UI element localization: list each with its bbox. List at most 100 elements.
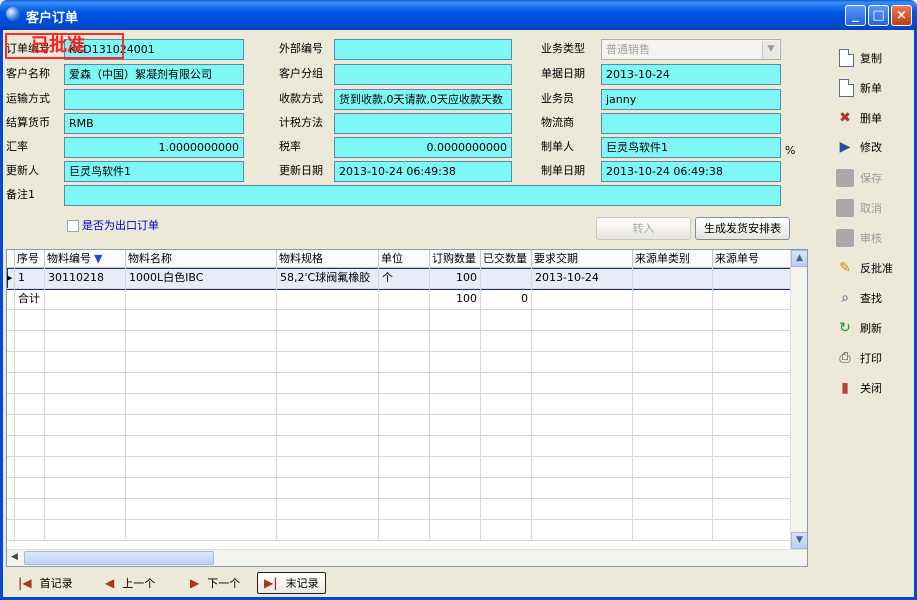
empty-cell[interactable] bbox=[126, 331, 277, 352]
column-header[interactable]: 订购数量 bbox=[430, 250, 481, 268]
horizontal-scroll-thumb[interactable] bbox=[24, 551, 214, 565]
empty-cell[interactable] bbox=[633, 394, 713, 415]
empty-cell[interactable] bbox=[277, 352, 379, 373]
empty-cell[interactable] bbox=[633, 436, 713, 457]
empty-cell[interactable] bbox=[277, 520, 379, 541]
empty-cell[interactable] bbox=[45, 436, 126, 457]
empty-cell[interactable] bbox=[481, 373, 532, 394]
empty-cell[interactable] bbox=[532, 310, 633, 331]
empty-cell[interactable] bbox=[633, 415, 713, 436]
chevron-down-icon[interactable]: ▼ bbox=[762, 41, 779, 59]
toolbar-cancel-button[interactable]: 取消 bbox=[836, 195, 910, 221]
vertical-scrollbar[interactable]: ▲ ▼ bbox=[790, 250, 807, 549]
empty-cell[interactable] bbox=[277, 457, 379, 478]
empty-cell[interactable] bbox=[532, 436, 633, 457]
empty-cell[interactable] bbox=[45, 499, 126, 520]
empty-cell[interactable] bbox=[126, 394, 277, 415]
close-window-button[interactable]: × bbox=[891, 5, 912, 26]
empty-cell[interactable] bbox=[713, 415, 791, 436]
total-row-cell[interactable]: 100 bbox=[430, 289, 481, 310]
table-row-cell[interactable]: 个 bbox=[379, 268, 430, 289]
empty-cell[interactable] bbox=[633, 373, 713, 394]
empty-cell[interactable] bbox=[45, 310, 126, 331]
empty-cell[interactable] bbox=[126, 373, 277, 394]
total-row-cell[interactable] bbox=[633, 289, 713, 310]
scroll-up-icon[interactable]: ▲ bbox=[791, 250, 807, 267]
empty-cell[interactable] bbox=[15, 436, 45, 457]
empty-cell[interactable] bbox=[430, 331, 481, 352]
external-no-field[interactable] bbox=[334, 39, 512, 60]
empty-cell[interactable] bbox=[713, 499, 791, 520]
empty-cell[interactable] bbox=[126, 478, 277, 499]
empty-cell[interactable] bbox=[430, 352, 481, 373]
empty-cell[interactable] bbox=[15, 373, 45, 394]
empty-cell[interactable] bbox=[481, 415, 532, 436]
column-header[interactable]: 来源单类别 bbox=[633, 250, 713, 268]
salesperson-field[interactable]: janny bbox=[601, 89, 781, 110]
toolbar-copy-button[interactable]: 复制 bbox=[836, 45, 910, 71]
toolbar-save-button[interactable]: 保存 bbox=[836, 165, 910, 191]
empty-cell[interactable] bbox=[45, 478, 126, 499]
total-row-cell[interactable] bbox=[45, 289, 126, 310]
empty-cell[interactable] bbox=[379, 520, 430, 541]
shipping-method-field[interactable] bbox=[64, 89, 244, 110]
empty-cell[interactable] bbox=[430, 415, 481, 436]
empty-cell[interactable] bbox=[481, 478, 532, 499]
empty-cell[interactable] bbox=[15, 394, 45, 415]
empty-cell[interactable] bbox=[633, 499, 713, 520]
create-date-field[interactable]: 2013-10-24 06:49:38 bbox=[601, 161, 781, 182]
customer-name-field[interactable]: 爱森（中国）絮凝剂有限公司 bbox=[64, 64, 244, 85]
column-header[interactable]: 物料名称 bbox=[126, 250, 277, 268]
toolbar-search-button[interactable]: ⌕ 查找 bbox=[836, 285, 910, 311]
empty-cell[interactable] bbox=[713, 331, 791, 352]
update-date-field[interactable]: 2013-10-24 06:49:38 bbox=[334, 161, 512, 182]
column-header[interactable]: 要求交期 bbox=[532, 250, 633, 268]
empty-cell[interactable] bbox=[379, 352, 430, 373]
empty-cell[interactable] bbox=[633, 478, 713, 499]
empty-cell[interactable] bbox=[713, 478, 791, 499]
generate-shipment-button[interactable]: 生成发货安排表 bbox=[695, 217, 790, 240]
toolbar-edit-button[interactable]: ▶ 修改 bbox=[836, 134, 910, 160]
column-header[interactable]: 已交数量 bbox=[481, 250, 532, 268]
empty-cell[interactable] bbox=[126, 499, 277, 520]
empty-cell[interactable] bbox=[45, 352, 126, 373]
table-row-cell[interactable]: 2013-10-24 bbox=[532, 268, 633, 289]
empty-cell[interactable] bbox=[277, 394, 379, 415]
empty-cell[interactable] bbox=[713, 394, 791, 415]
total-row-cell[interactable] bbox=[277, 289, 379, 310]
empty-cell[interactable] bbox=[430, 394, 481, 415]
empty-cell[interactable] bbox=[430, 457, 481, 478]
empty-cell[interactable] bbox=[126, 352, 277, 373]
total-row-cell[interactable] bbox=[532, 289, 633, 310]
empty-cell[interactable] bbox=[713, 373, 791, 394]
logistics-field[interactable] bbox=[601, 113, 781, 134]
empty-cell[interactable] bbox=[532, 520, 633, 541]
table-row-cell[interactable]: 30110218 bbox=[45, 268, 126, 289]
prev-record-button[interactable]: ◀ 上一个 bbox=[105, 572, 155, 594]
empty-cell[interactable] bbox=[126, 436, 277, 457]
table-row-cell[interactable]: 1000L白色IBC bbox=[126, 268, 277, 289]
empty-cell[interactable] bbox=[45, 415, 126, 436]
toolbar-close-door-button[interactable]: ▮ 关闭 bbox=[836, 375, 910, 401]
empty-cell[interactable] bbox=[126, 415, 277, 436]
empty-cell[interactable] bbox=[430, 436, 481, 457]
table-row-cell[interactable]: 100 bbox=[430, 268, 481, 289]
exchange-rate-field[interactable]: 1.0000000000 bbox=[64, 137, 244, 158]
empty-cell[interactable] bbox=[713, 520, 791, 541]
empty-cell[interactable] bbox=[532, 499, 633, 520]
minimize-button[interactable]: _ bbox=[845, 5, 866, 26]
empty-cell[interactable] bbox=[15, 499, 45, 520]
empty-cell[interactable] bbox=[633, 352, 713, 373]
first-record-button[interactable]: |◀ 首记录 bbox=[18, 572, 73, 594]
empty-cell[interactable] bbox=[481, 331, 532, 352]
empty-cell[interactable] bbox=[277, 310, 379, 331]
total-row-cell[interactable] bbox=[126, 289, 277, 310]
scroll-down-icon[interactable]: ▼ bbox=[791, 532, 807, 549]
column-header[interactable]: 序号 bbox=[15, 250, 45, 268]
export-order-checkbox[interactable] bbox=[67, 220, 79, 232]
column-header[interactable]: 来源单号 bbox=[713, 250, 791, 268]
empty-cell[interactable] bbox=[481, 457, 532, 478]
table-row-cell[interactable]: 1 bbox=[15, 268, 45, 289]
total-row-cell[interactable] bbox=[713, 289, 791, 310]
toolbar-delete-button[interactable]: ✖ 删单 bbox=[836, 105, 910, 131]
